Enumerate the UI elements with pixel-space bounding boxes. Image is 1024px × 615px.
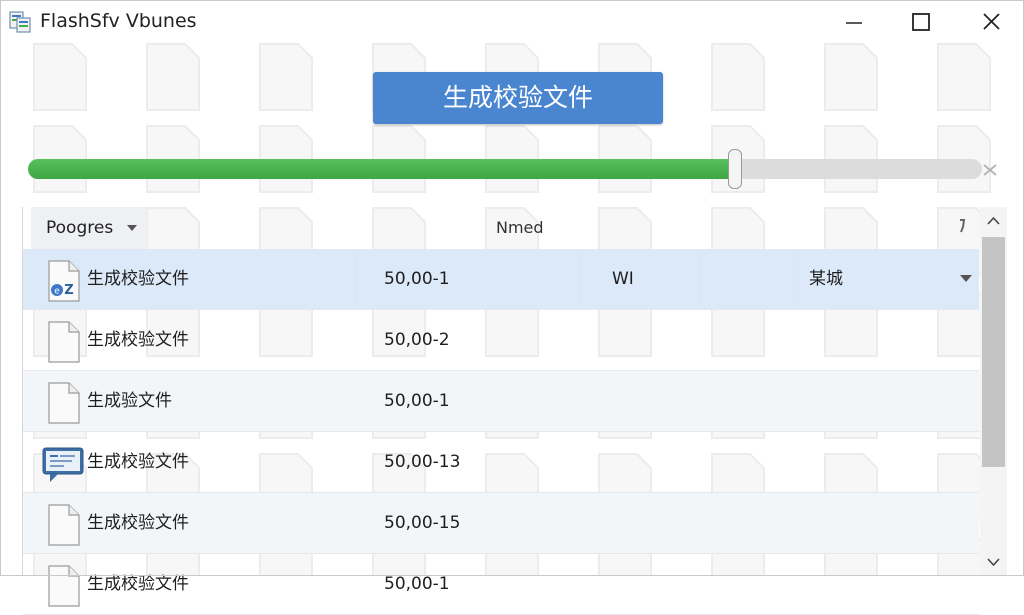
file-size: 50,00-15	[384, 513, 461, 533]
zip-file-icon: eZ	[48, 260, 80, 302]
close-icon	[983, 13, 1000, 30]
file-name: 生成校验文件	[87, 574, 189, 594]
file-name: 生成校验文件	[87, 330, 189, 350]
file-size: 50,00-1	[384, 391, 450, 411]
table-row[interactable]: e Z 生成校验文件 50,00-1 WI 某城	[23, 249, 979, 310]
sort-column-label: Poogres	[46, 218, 114, 238]
background-file-icon	[711, 43, 765, 111]
chevron-down-icon	[126, 225, 137, 231]
file-size: 50,00-1	[384, 574, 450, 594]
svg-text:Z: Z	[64, 283, 73, 298]
file-name: 生成校验文件	[87, 513, 189, 533]
table-row[interactable]: 生成校验文件 50,00-13	[23, 432, 979, 493]
row-dropdown-icon[interactable]	[959, 273, 973, 285]
progress-bar[interactable]	[28, 149, 982, 189]
blank-file-icon	[48, 504, 80, 546]
generate-checksum-button[interactable]: 生成校验文件	[373, 72, 663, 124]
column-separator	[699, 249, 700, 309]
file-name: 生成校验文件	[87, 269, 189, 289]
column-separator	[356, 249, 357, 309]
table-row[interactable]: 生成验文件 50,00-1	[23, 371, 979, 432]
progress-handle[interactable]	[728, 149, 742, 189]
file-name: 生成验文件	[87, 391, 172, 411]
blank-file-icon	[48, 321, 80, 363]
table-row[interactable]: 生成校验文件 50,00-2	[23, 310, 979, 371]
column-separator	[579, 249, 580, 309]
vertical-scrollbar[interactable]	[980, 207, 1007, 576]
file-name: 生成校验文件	[87, 452, 189, 472]
table-row[interactable]: 生成校验文件 50,00-1	[23, 554, 979, 615]
column-separator	[793, 249, 794, 309]
table-row[interactable]: 生成校验文件 50,00-15	[23, 493, 979, 554]
flashsfv-app-icon	[9, 11, 31, 33]
column-menu-icon[interactable]	[958, 218, 966, 234]
minimize-button[interactable]	[834, 8, 874, 36]
close-button[interactable]	[971, 8, 1011, 36]
window-title: FlashSfv Vbunes	[40, 10, 197, 32]
svg-text:e: e	[54, 287, 60, 297]
background-file-icon	[146, 43, 200, 111]
file-size: 50,00-13	[384, 452, 461, 472]
blank-file-icon	[48, 382, 80, 424]
blank-file-icon	[48, 565, 80, 607]
name-column-header[interactable]: Nmed	[496, 207, 544, 249]
background-file-icon	[259, 43, 313, 111]
file-size: 50,00-1	[384, 269, 450, 289]
sort-column-button[interactable]: Poogres	[31, 207, 147, 249]
background-file-icon	[937, 43, 991, 111]
list-header: Poogres Nmed	[23, 207, 979, 250]
chat-file-icon	[42, 447, 84, 482]
progress-end-icon	[983, 164, 997, 176]
maximize-icon	[912, 13, 930, 31]
scroll-down-icon[interactable]	[980, 552, 1007, 572]
scroll-up-icon[interactable]	[980, 211, 1007, 231]
file-size: 50,00-2	[384, 330, 450, 350]
background-file-icon	[33, 43, 87, 111]
file-status: 某城	[809, 269, 843, 289]
file-rows: e Z 生成校验文件 50,00-1 WI 某城 生成校验文件 50,00-2 生成验文件 50,…	[23, 249, 979, 615]
maximize-button[interactable]	[901, 8, 941, 36]
background-file-icon	[824, 43, 878, 111]
minimize-icon	[846, 22, 862, 24]
scroll-thumb[interactable]	[982, 237, 1005, 467]
file-type: WI	[612, 269, 634, 289]
file-list: Poogres Nmed e Z 生成校验文件 50,00-1 WI 某城 生成校验文件 50…	[22, 207, 1007, 615]
progress-fill	[28, 159, 734, 179]
title-bar: FlashSfv Vbunes	[0, 0, 1024, 44]
